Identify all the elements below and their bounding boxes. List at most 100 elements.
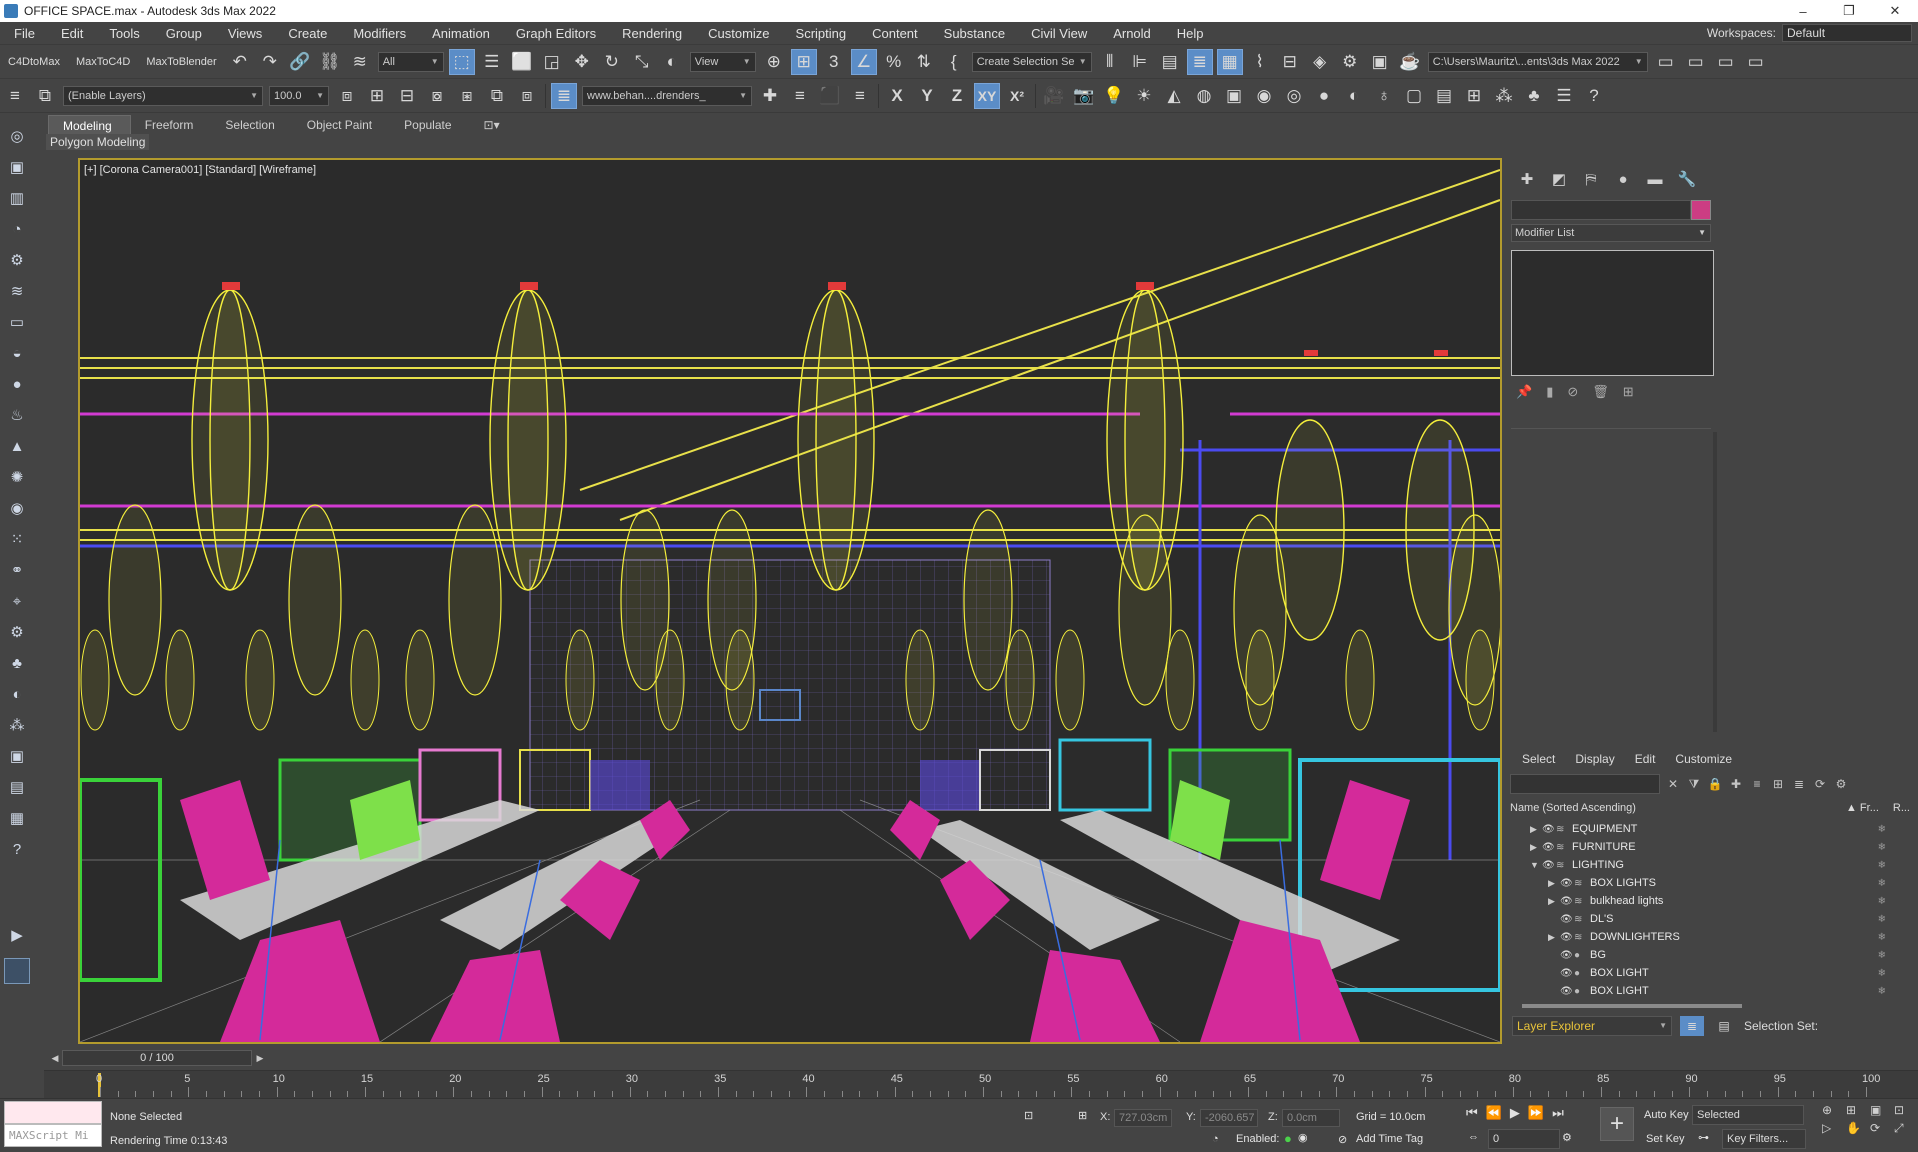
le-menu-edit[interactable]: Edit — [1635, 752, 1656, 766]
select-manipulate-icon[interactable]: ⊞ — [790, 48, 817, 75]
maxtoblender-button[interactable]: MaxToBlender — [138, 56, 224, 68]
corona-display-icon[interactable]: ▤ — [1431, 83, 1457, 109]
globe-icon[interactable]: ◐ — [4, 681, 30, 707]
corona-tool-icon[interactable]: ◐ — [1341, 83, 1367, 109]
expand-icon[interactable]: ▶ — [4, 922, 30, 948]
column-frozen-header[interactable]: ▲ Fr... — [1846, 802, 1879, 818]
opacity-field[interactable]: 100.0 ▼ — [269, 85, 329, 106]
layer-tool-2-icon[interactable]: ⊞ — [364, 83, 390, 109]
make-unique-icon[interactable]: ⊘ — [1567, 384, 1578, 400]
pan-icon[interactable]: ✋ — [1846, 1121, 1866, 1136]
cone-icon[interactable]: ◒ — [4, 340, 30, 366]
create-tab-icon[interactable]: ✚ — [1516, 168, 1538, 190]
helper-tool-icon[interactable]: ⌖ — [4, 588, 30, 614]
utilities-tab-icon[interactable]: 🔧 — [1676, 168, 1698, 190]
y-coordinate-field[interactable]: -2060.657 — [1200, 1109, 1258, 1127]
render-icon[interactable]: ▣ — [4, 743, 30, 769]
auto-key-button[interactable]: Auto Key — [1644, 1109, 1689, 1121]
modifier-list-select[interactable]: Modifier List ▼ — [1511, 224, 1711, 242]
set-keys-plus-icon[interactable]: + — [1600, 1107, 1634, 1141]
layer-tool-4-icon[interactable]: ⧇ — [424, 83, 450, 109]
render-production-icon[interactable]: ☕ — [1397, 49, 1423, 75]
subtab-polygon-modeling[interactable]: Polygon Modeling — [46, 134, 150, 150]
key-filters-button[interactable]: Key Filters... — [1722, 1129, 1806, 1149]
column-name-header[interactable]: Name (Sorted Ascending) — [1510, 802, 1636, 818]
scatter-icon[interactable]: ⁂ — [4, 712, 30, 738]
layers-icon[interactable]: ≣ — [1791, 776, 1807, 792]
le-menu-select[interactable]: Select — [1522, 752, 1555, 766]
sun-light-icon[interactable]: ✺ — [4, 464, 30, 490]
configure-modifiers-icon[interactable]: ⊞ — [1623, 384, 1634, 400]
prev-frame-arrow-icon[interactable]: ◀ — [48, 1050, 62, 1066]
object-color-swatch[interactable] — [1691, 200, 1711, 220]
zoom-extents-icon[interactable]: ▣ — [1870, 1103, 1890, 1117]
axis-x2-button[interactable]: X² — [1004, 83, 1030, 109]
layer-stack-icon[interactable]: ≡ — [1749, 776, 1765, 792]
create-geometry-icon[interactable]: ◎ — [4, 123, 30, 149]
explorer-select[interactable]: Layer Explorer ▼ — [1512, 1016, 1672, 1036]
ribbon-options-icon[interactable]: ⊡▾ — [470, 115, 518, 137]
create-helpers-icon[interactable]: ⚙ — [4, 247, 30, 273]
freeze-icon[interactable]: ❄ — [1878, 914, 1886, 925]
axis-x-button[interactable]: X — [884, 83, 910, 109]
z-coordinate-field[interactable]: 0.0cm — [1282, 1109, 1340, 1127]
axis-y-button[interactable]: Y — [914, 83, 940, 109]
menu-create[interactable]: Create — [274, 26, 339, 41]
close-button[interactable]: ✕ — [1872, 0, 1918, 22]
eye-icon[interactable]: 👁 — [1542, 824, 1556, 835]
toggle-scene-explorer-icon[interactable]: ▤ — [1157, 49, 1183, 75]
freeze-icon[interactable]: ❄ — [1878, 860, 1886, 871]
expand-arrow-icon[interactable]: ▶ — [1530, 842, 1542, 853]
viewport[interactable]: [+] [Corona Camera001] [Standard] [Wiref… — [78, 158, 1502, 1044]
eye-icon[interactable]: 👁 — [1560, 986, 1574, 997]
foliage-icon[interactable]: ♣ — [4, 650, 30, 676]
toolbar-extra-1-icon[interactable]: ▭ — [1653, 49, 1679, 75]
toolbar-extra-4-icon[interactable]: ▭ — [1743, 49, 1769, 75]
axis-xy-button[interactable]: XY — [974, 82, 1000, 109]
add-layer-icon[interactable]: ✚ — [1728, 776, 1744, 792]
tab-selection[interactable]: Selection — [211, 115, 292, 137]
percent-snap-icon[interactable]: % — [881, 49, 907, 75]
le-menu-display[interactable]: Display — [1575, 752, 1614, 766]
go-to-start-icon[interactable]: ⏮ — [1466, 1105, 1478, 1121]
adaptive-degradation-icon[interactable]: ◔ — [1212, 1133, 1219, 1145]
select-by-name-icon[interactable]: ☰ — [479, 49, 505, 75]
corona-render-icon[interactable]: ◍ — [1191, 83, 1217, 109]
layer-row[interactable]: 👁 ≋ DL'S ❄ — [1510, 910, 1910, 928]
go-to-end-icon[interactable]: ⏭ — [1552, 1105, 1564, 1121]
layer-row[interactable]: ▶ 👁 ≋ bulkhead lights ❄ — [1510, 892, 1910, 910]
enabled-indicator-icon[interactable]: ● — [1284, 1131, 1292, 1146]
redo-icon[interactable]: ↷ — [257, 49, 283, 75]
camera-icon[interactable]: 🎥 — [1041, 83, 1067, 109]
reference-coord-select[interactable]: View ▼ — [689, 51, 756, 72]
show-end-result-icon[interactable]: ▮ — [1546, 384, 1553, 400]
layer-row[interactable]: ▶ 👁 ≋ FURNITURE ❄ — [1510, 838, 1910, 856]
menu-edit[interactable]: Edit — [47, 26, 95, 41]
sphere-icon[interactable]: ● — [4, 371, 30, 397]
zoom-extents-all-icon[interactable]: ⊡ — [1894, 1103, 1914, 1117]
bones-icon[interactable]: ⚭ — [4, 557, 30, 583]
rect-selection-icon[interactable]: ⬜ — [509, 49, 535, 75]
edit-named-selection-icon[interactable]: { — [941, 49, 967, 75]
minimize-button[interactable]: – — [1780, 0, 1826, 22]
curve-editor-icon[interactable]: ⌇ — [1247, 49, 1273, 75]
freeze-icon[interactable]: ❄ — [1878, 968, 1886, 979]
corona-box-icon[interactable]: ▢ — [1401, 83, 1427, 109]
eye-icon[interactable]: 👁 — [1560, 878, 1574, 889]
orbit-icon[interactable]: ⟳ — [1870, 1121, 1890, 1136]
teapot-icon[interactable]: ♨ — [4, 402, 30, 428]
layer-select[interactable]: (Enable Layers) ▼ — [63, 85, 263, 106]
viewport-layout-icon[interactable] — [4, 958, 30, 984]
eye-icon[interactable]: 👁 — [1560, 968, 1574, 979]
time-config-icon[interactable]: ◉ — [1298, 1131, 1308, 1144]
eye-icon[interactable]: 👁 — [1560, 914, 1574, 925]
rotate-icon[interactable]: ↻ — [599, 49, 625, 75]
schematic-view-icon[interactable]: ⊟ — [1277, 49, 1303, 75]
lock-icon[interactable]: 🔒 — [1707, 776, 1723, 792]
add-layer-icon[interactable]: ✚ — [757, 83, 783, 109]
menu-views[interactable]: Views — [214, 26, 274, 41]
mirror-icon[interactable]: ⫴ — [1097, 49, 1123, 75]
menu-arnold[interactable]: Arnold — [1099, 26, 1163, 41]
select-object-icon[interactable]: ⬚ — [448, 48, 475, 75]
pyramid-icon[interactable]: ▲ — [4, 433, 30, 459]
